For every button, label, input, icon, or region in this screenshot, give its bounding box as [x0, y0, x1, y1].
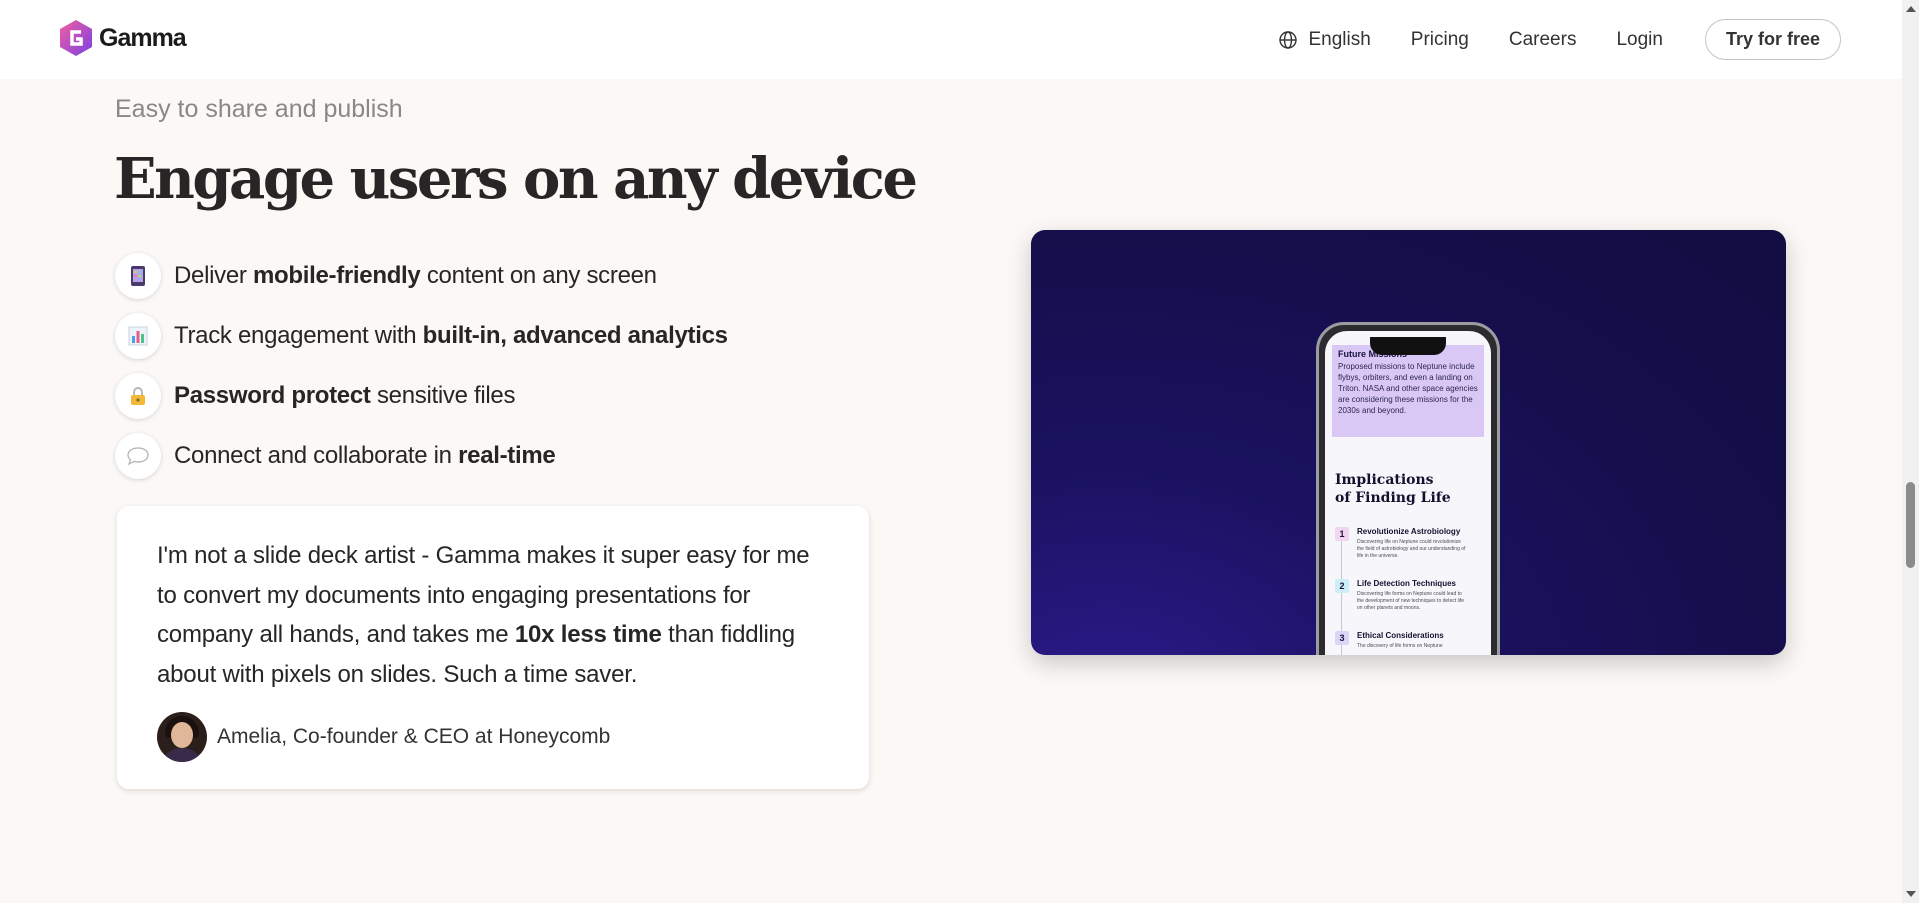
lock-icon [115, 373, 161, 419]
step-item: 1 Revolutionize Astrobiology Discovering… [1335, 527, 1467, 560]
author-name: Amelia, Co-founder & CEO at Honeycomb [217, 725, 611, 748]
section-eyebrow: Easy to share and publish [115, 95, 403, 123]
language-label: English [1308, 28, 1371, 50]
nav-login[interactable]: Login [1616, 29, 1663, 51]
card-body: Proposed missions to Neptune include fly… [1338, 362, 1478, 415]
step-item: 2 Life Detection Techniques Discovering … [1335, 579, 1467, 612]
mobile-phone-icon [115, 253, 161, 299]
avatar [157, 712, 207, 762]
feature-text: Connect and collaborate in real-time [174, 442, 556, 469]
feature-text: Deliver mobile-friendly content on any s… [174, 262, 657, 289]
step-body: Discovering life forms on Neptune could … [1357, 591, 1465, 611]
future-missions-card: Future Missions Proposed missions to Nep… [1332, 345, 1484, 437]
language-selector[interactable]: English [1278, 28, 1371, 51]
step-title: Revolutionize Astrobiology [1357, 527, 1461, 536]
scroll-down-arrow-icon[interactable] [1906, 891, 1916, 897]
testimonial-author: Amelia, Co-founder & CEO at Honeycomb [157, 712, 829, 762]
phone-mockup: Future Missions Proposed missions to Nep… [1316, 322, 1500, 655]
brand-logo-link[interactable]: Gamma [59, 19, 187, 57]
scroll-up-arrow-icon[interactable] [1906, 6, 1916, 12]
bar-chart-icon [115, 313, 161, 359]
step-body: The discovery of life forms on Neptune [1357, 643, 1443, 649]
gamma-logo-icon [60, 20, 92, 56]
feature-item: Track engagement with built-in, advanced… [115, 306, 728, 366]
feature-list: Deliver mobile-friendly content on any s… [115, 246, 728, 486]
step-title: Ethical Considerations [1357, 631, 1444, 640]
device-preview-image: Future Missions Proposed missions to Nep… [1031, 230, 1786, 655]
step-title: Life Detection Techniques [1357, 579, 1456, 588]
phone-notch [1370, 337, 1446, 355]
testimonial-quote: I'm not a slide deck artist - Gamma make… [157, 542, 810, 688]
feature-text: Track engagement with built-in, advanced… [174, 322, 728, 349]
page-scrollbar[interactable] [1902, 0, 1919, 903]
nav-pricing[interactable]: Pricing [1411, 29, 1469, 51]
testimonial-card: I'm not a slide deck artist - Gamma make… [117, 506, 869, 789]
globe-icon [1279, 30, 1298, 49]
feature-item: Password protect sensitive files [115, 366, 728, 426]
section-headline: Engage users on any device [114, 146, 918, 212]
phone-screen: Future Missions Proposed missions to Nep… [1325, 331, 1491, 655]
step-body: Discovering life on Neptune could revolu… [1357, 539, 1466, 559]
feature-text: Password protect sensitive files [174, 382, 516, 409]
step-number: 3 [1335, 631, 1349, 645]
step-number: 1 [1335, 527, 1349, 541]
brand-name: Gamma [99, 23, 187, 52]
main-nav: English Pricing Careers Login Try for fr… [1278, 0, 1902, 79]
scroll-thumb[interactable] [1906, 482, 1915, 568]
try-for-free-button[interactable]: Try for free [1704, 19, 1841, 60]
phone-section-title: Implications of Finding Life [1335, 472, 1451, 506]
top-navigation-bar: Gamma English Pricing Careers Login Try … [0, 0, 1902, 79]
feature-item: Connect and collaborate in real-time [115, 426, 728, 486]
speech-bubble-icon [115, 433, 161, 479]
feature-item: Deliver mobile-friendly content on any s… [115, 246, 728, 306]
step-number: 2 [1335, 579, 1349, 593]
step-item: 3 Ethical Considerations The discovery o… [1335, 631, 1467, 650]
nav-careers[interactable]: Careers [1509, 29, 1577, 51]
